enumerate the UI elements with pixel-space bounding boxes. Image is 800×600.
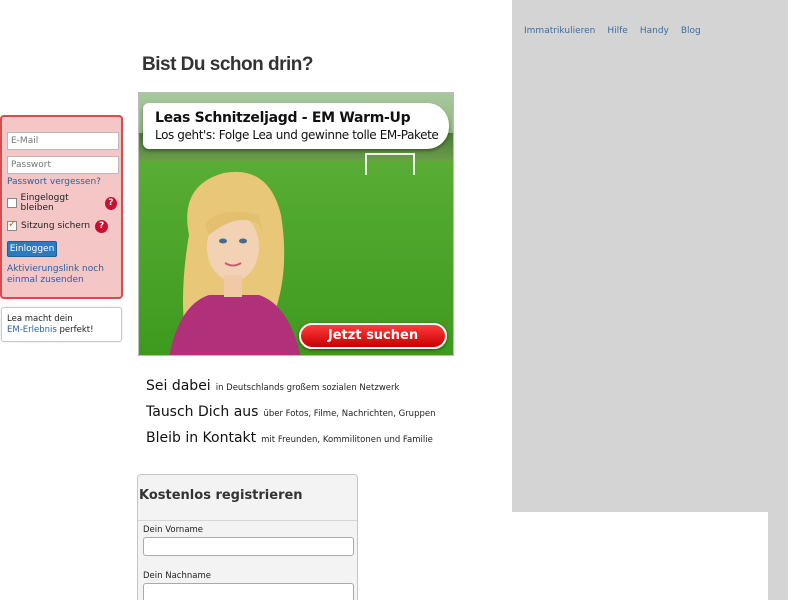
feature-title: Tausch Dich aus [146, 404, 259, 420]
page: Immatrikulieren Hilfe Handy Blog Bist Du… [0, 0, 800, 600]
lastname-label: Dein Nachname [143, 571, 211, 581]
forgot-password-link[interactable]: Passwort vergessen? [7, 177, 117, 187]
activation-link[interactable]: Aktivierungslink noch einmal zusenden [7, 264, 117, 286]
stay-logged-in-checkbox[interactable] [7, 198, 17, 208]
firstname-field[interactable] [143, 537, 354, 556]
registration-title: Kostenlos registrieren [138, 475, 357, 521]
page-headline: Bist Du schon drin? [142, 54, 314, 75]
nav-handy[interactable]: Handy [640, 26, 669, 36]
lastname-field[interactable] [143, 583, 354, 600]
secure-session-row: Sitzung sichern ? [7, 219, 117, 233]
right-gray-strip [768, 512, 788, 600]
banner-headline: Leas Schnitzeljagd - EM Warm-Up [155, 110, 411, 126]
banner-speech-bubble: Leas Schnitzeljagd - EM Warm-Up Los geht… [143, 103, 449, 149]
stay-logged-in-row: Eingeloggt bleiben ? [7, 193, 117, 213]
help-icon[interactable]: ? [104, 196, 117, 210]
top-navigation: Immatrikulieren Hilfe Handy Blog [524, 26, 701, 36]
password-field[interactable] [7, 156, 119, 174]
woman-portrait-icon [169, 171, 301, 355]
feature-list: Sei dabei in Deutschlands großem soziale… [146, 378, 435, 456]
lea-promo-suffix: perfekt! [56, 325, 94, 335]
feature-row: Tausch Dich aus über Fotos, Filme, Nachr… [146, 404, 435, 430]
registration-form: Kostenlos registrieren Dein Vorname Dein… [137, 474, 358, 600]
nav-blog[interactable]: Blog [681, 26, 701, 36]
promo-banner[interactable]: Leas Schnitzeljagd - EM Warm-Up Los geht… [138, 92, 454, 356]
secure-session-label: Sitzung sichern [21, 221, 91, 231]
feature-desc: über Fotos, Filme, Nachrichten, Gruppen [263, 409, 436, 419]
goal-icon [365, 153, 415, 175]
search-now-button[interactable]: Jetzt suchen [299, 323, 447, 349]
firstname-label: Dein Vorname [143, 525, 204, 535]
secure-session-checkbox[interactable] [7, 219, 17, 231]
right-gray-panel [512, 0, 788, 512]
feature-row: Bleib in Kontakt mit Freunden, Kommilito… [146, 430, 435, 456]
help-icon[interactable]: ? [95, 219, 109, 233]
feature-desc: mit Freunden, Kommilitonen und Familie [261, 435, 433, 445]
lea-promo-text: Lea macht dein [7, 314, 73, 324]
feature-title: Bleib in Kontakt [146, 430, 257, 446]
nav-hilfe[interactable]: Hilfe [607, 26, 627, 36]
stay-logged-in-label: Eingeloggt bleiben [20, 193, 69, 213]
login-form: Passwort vergessen? Eingeloggt bleiben ?… [0, 115, 123, 299]
email-field[interactable] [7, 132, 119, 150]
nav-immatrikulieren[interactable]: Immatrikulieren [524, 26, 595, 36]
feature-title: Sei dabei [146, 378, 211, 394]
feature-desc: in Deutschlands großem sozialen Netzwerk [215, 383, 400, 393]
lea-promo-box: Lea macht dein EM-Erlebnis perfekt! [1, 307, 122, 342]
feature-row: Sei dabei in Deutschlands großem soziale… [146, 378, 435, 404]
em-erlebnis-link[interactable]: EM-Erlebnis [7, 325, 57, 335]
login-button[interactable]: Einloggen [7, 241, 57, 257]
banner-subline: Los geht's: Folge Lea und gewinne tolle … [155, 128, 439, 142]
